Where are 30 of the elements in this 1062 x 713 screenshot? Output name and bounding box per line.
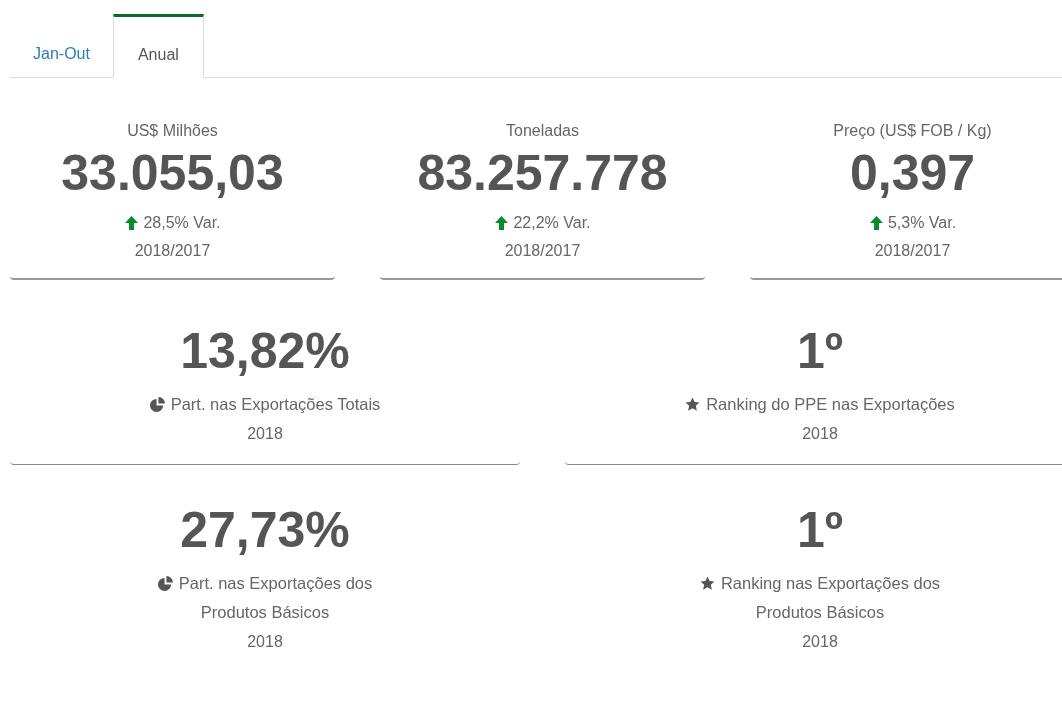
stat-label: Part. nas Exportações dos Produtos Básicos bbox=[178, 574, 373, 621]
pie-chart-icon bbox=[157, 576, 173, 591]
stat-label: Ranking do PPE nas Exportações bbox=[706, 395, 955, 413]
period-text: 2018 bbox=[802, 424, 838, 444]
period-text: 2018/2017 bbox=[134, 242, 211, 260]
tab[interactable]: Anual bbox=[112, 14, 204, 78]
stat-value: 13,82% bbox=[180, 322, 350, 380]
period-text: 2018/2017 bbox=[504, 242, 581, 260]
stat-value: 83.257.778 bbox=[417, 144, 668, 202]
stat-label: Toneladas bbox=[506, 122, 579, 140]
stat-label: Preço (US$ FOB / Kg) bbox=[833, 122, 992, 140]
stat-label: US$ Milhões bbox=[127, 122, 218, 140]
stat-value: 27,73% bbox=[180, 501, 350, 559]
period-text: 2018 bbox=[247, 424, 283, 444]
stat-value: 1º bbox=[796, 322, 844, 380]
change-text: 22,2% Var. bbox=[513, 214, 591, 232]
change-text: 28,5% Var. bbox=[143, 214, 221, 232]
period-text: 2018 bbox=[802, 632, 838, 652]
stat-label: Part. nas Exportações Totais bbox=[170, 395, 381, 413]
star-icon bbox=[699, 576, 715, 591]
stat-value: 0,397 bbox=[849, 144, 976, 202]
period-text: 2018 bbox=[247, 632, 283, 652]
pie-chart-icon bbox=[149, 397, 165, 412]
star-icon bbox=[685, 397, 701, 412]
period-text: 2018/2017 bbox=[874, 242, 951, 260]
change-text: 5,3% Var. bbox=[887, 214, 957, 232]
stat-label: Ranking nas Exportações dos Produtos Básicos bbox=[720, 574, 941, 621]
stat-value: 1º bbox=[796, 501, 844, 559]
stat-value: 33.055,03 bbox=[61, 144, 284, 202]
tab[interactable]: Jan-Out bbox=[10, 14, 113, 78]
